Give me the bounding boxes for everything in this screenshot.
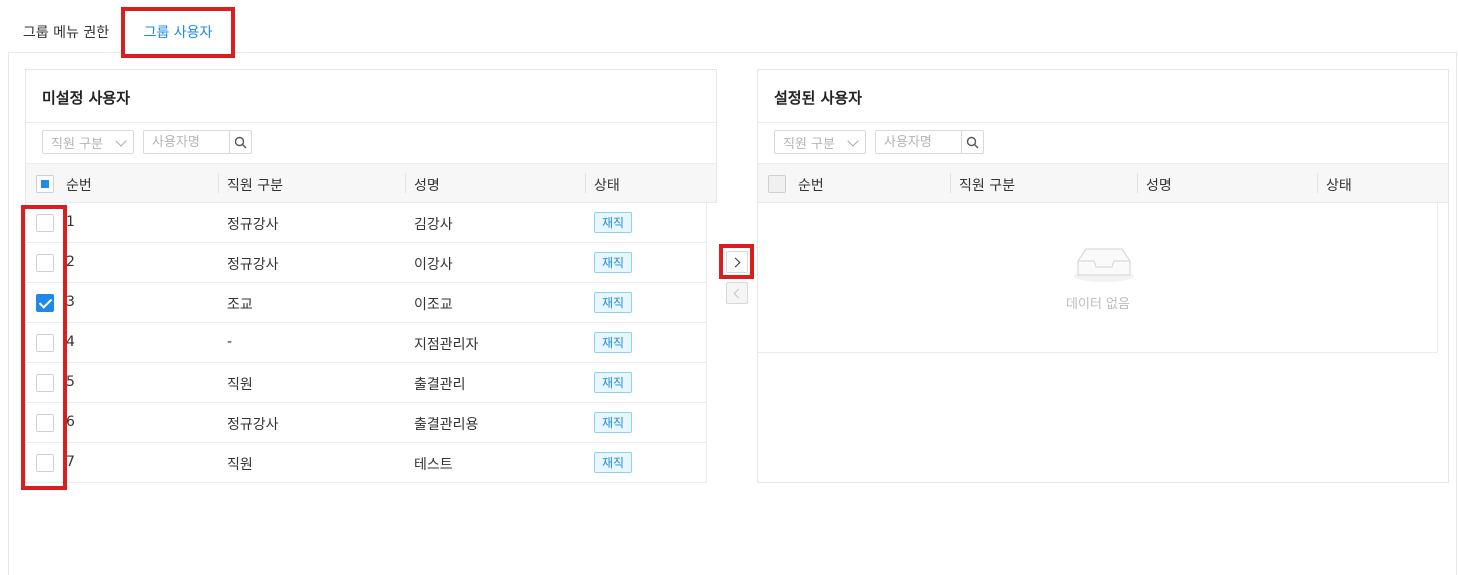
column-separator bbox=[405, 173, 406, 193]
cell-no: 2 bbox=[66, 254, 75, 270]
column-header-no: 순번 bbox=[798, 178, 824, 194]
cell-name: 지점관리자 bbox=[414, 337, 479, 353]
cell-name: 출결관리용 bbox=[414, 417, 479, 433]
table-row[interactable]: 4 - 지점관리자 재직 bbox=[26, 323, 706, 363]
unassigned-users-panel: 미설정 사용자 직원 구분 순번 직원 구분 성명 상태 1정규강사김강사재직2… bbox=[25, 69, 717, 483]
empty-state: 데이터 없음 bbox=[758, 203, 1438, 353]
column-header-type: 직원 구분 bbox=[959, 178, 1015, 194]
vertical-scrollbar[interactable] bbox=[706, 203, 717, 483]
table-row[interactable]: 2 정규강사 이강사 재직 bbox=[26, 243, 706, 283]
table-row[interactable]: 7 직원 테스트 재직 bbox=[26, 443, 706, 483]
row-checkbox[interactable] bbox=[36, 414, 54, 432]
cell-type: 직원 bbox=[227, 377, 253, 393]
cell-name: 김강사 bbox=[414, 217, 453, 233]
select-placeholder: 직원 구분 bbox=[783, 136, 835, 152]
filter-bar: 직원 구분 bbox=[774, 130, 984, 154]
move-left-button[interactable] bbox=[726, 282, 748, 304]
table-row[interactable]: 6 정규강사 출결관리용 재직 bbox=[26, 403, 706, 443]
row-checkbox[interactable] bbox=[36, 254, 54, 272]
username-search-input[interactable] bbox=[143, 130, 229, 154]
status-badge: 재직 bbox=[594, 292, 632, 313]
column-separator bbox=[950, 173, 951, 193]
employee-type-select[interactable]: 직원 구분 bbox=[774, 130, 866, 154]
tab-bar: 그룹 메뉴 권한 그룹 사용자 bbox=[8, 10, 1458, 53]
assigned-users-panel: 설정된 사용자 직원 구분 순번 직원 구분 성명 상태 데이터 없음 bbox=[757, 69, 1449, 483]
tab-group-menu-permission[interactable]: 그룹 메뉴 권한 bbox=[8, 10, 124, 53]
column-header-no: 순번 bbox=[66, 178, 92, 194]
cell-type: 정규강사 bbox=[227, 257, 279, 273]
table-row[interactable]: 5 직원 출결관리 재직 bbox=[26, 363, 706, 403]
table-header: 순번 직원 구분 성명 상태 bbox=[26, 163, 716, 203]
column-separator bbox=[1137, 173, 1138, 193]
chevron-down-icon bbox=[847, 135, 859, 147]
column-separator bbox=[585, 173, 586, 193]
empty-text: 데이터 없음 bbox=[1066, 297, 1130, 312]
search-button[interactable] bbox=[961, 130, 984, 154]
status-badge: 재직 bbox=[594, 332, 632, 353]
status-badge: 재직 bbox=[594, 452, 632, 473]
cell-name: 이조교 bbox=[414, 297, 453, 313]
row-checkbox[interactable] bbox=[36, 334, 54, 352]
select-placeholder: 직원 구분 bbox=[51, 136, 103, 152]
table-row[interactable]: 1 정규강사 김강사 재직 bbox=[26, 203, 706, 243]
row-checkbox[interactable] bbox=[36, 294, 54, 312]
status-badge: 재직 bbox=[594, 372, 632, 393]
cell-name: 이강사 bbox=[414, 257, 453, 273]
column-header-status: 상태 bbox=[594, 178, 620, 194]
cell-name: 출결관리 bbox=[414, 377, 466, 393]
column-header-status: 상태 bbox=[1326, 178, 1352, 194]
cell-type: 정규강사 bbox=[227, 417, 279, 433]
row-checkbox[interactable] bbox=[36, 374, 54, 392]
cell-no: 3 bbox=[66, 294, 75, 310]
chevron-left-icon bbox=[733, 288, 744, 298]
cell-no: 1 bbox=[66, 214, 75, 230]
status-badge: 재직 bbox=[594, 252, 632, 273]
table-row[interactable]: 3 조교 이조교 재직 bbox=[26, 283, 706, 323]
table-header: 순번 직원 구분 성명 상태 bbox=[758, 163, 1448, 203]
cell-type: 정규강사 bbox=[227, 217, 279, 233]
chevron-right-icon bbox=[730, 257, 741, 267]
select-all-checkbox[interactable] bbox=[36, 175, 54, 193]
empty-inbox-icon bbox=[1074, 248, 1134, 282]
cell-type: 조교 bbox=[227, 297, 253, 313]
row-checkbox[interactable] bbox=[36, 214, 54, 232]
panel-title: 미설정 사용자 bbox=[26, 70, 716, 123]
search-button[interactable] bbox=[229, 130, 252, 154]
column-header-name: 성명 bbox=[1146, 178, 1172, 194]
column-header-name: 성명 bbox=[414, 178, 440, 194]
status-badge: 재직 bbox=[594, 412, 632, 433]
column-header-type: 직원 구분 bbox=[227, 178, 283, 194]
column-separator bbox=[1317, 173, 1318, 193]
column-separator bbox=[218, 173, 219, 193]
select-all-checkbox[interactable] bbox=[768, 175, 786, 193]
filter-bar: 직원 구분 bbox=[42, 130, 252, 154]
search-icon bbox=[234, 136, 247, 148]
username-search-input[interactable] bbox=[875, 130, 961, 154]
cell-type: - bbox=[227, 334, 233, 350]
tab-group-users[interactable]: 그룹 사용자 bbox=[124, 10, 232, 53]
chevron-down-icon bbox=[115, 135, 127, 147]
status-badge: 재직 bbox=[594, 212, 632, 233]
panel-title: 설정된 사용자 bbox=[758, 70, 1448, 123]
row-checkbox[interactable] bbox=[36, 454, 54, 472]
cell-type: 직원 bbox=[227, 457, 253, 473]
employee-type-select[interactable]: 직원 구분 bbox=[42, 130, 134, 154]
cell-no: 7 bbox=[66, 454, 75, 470]
cell-no: 5 bbox=[66, 374, 75, 390]
cell-no: 4 bbox=[66, 334, 75, 350]
cell-no: 6 bbox=[66, 414, 75, 430]
cell-name: 테스트 bbox=[414, 457, 453, 473]
search-icon bbox=[966, 136, 979, 148]
move-right-button[interactable] bbox=[726, 251, 748, 273]
